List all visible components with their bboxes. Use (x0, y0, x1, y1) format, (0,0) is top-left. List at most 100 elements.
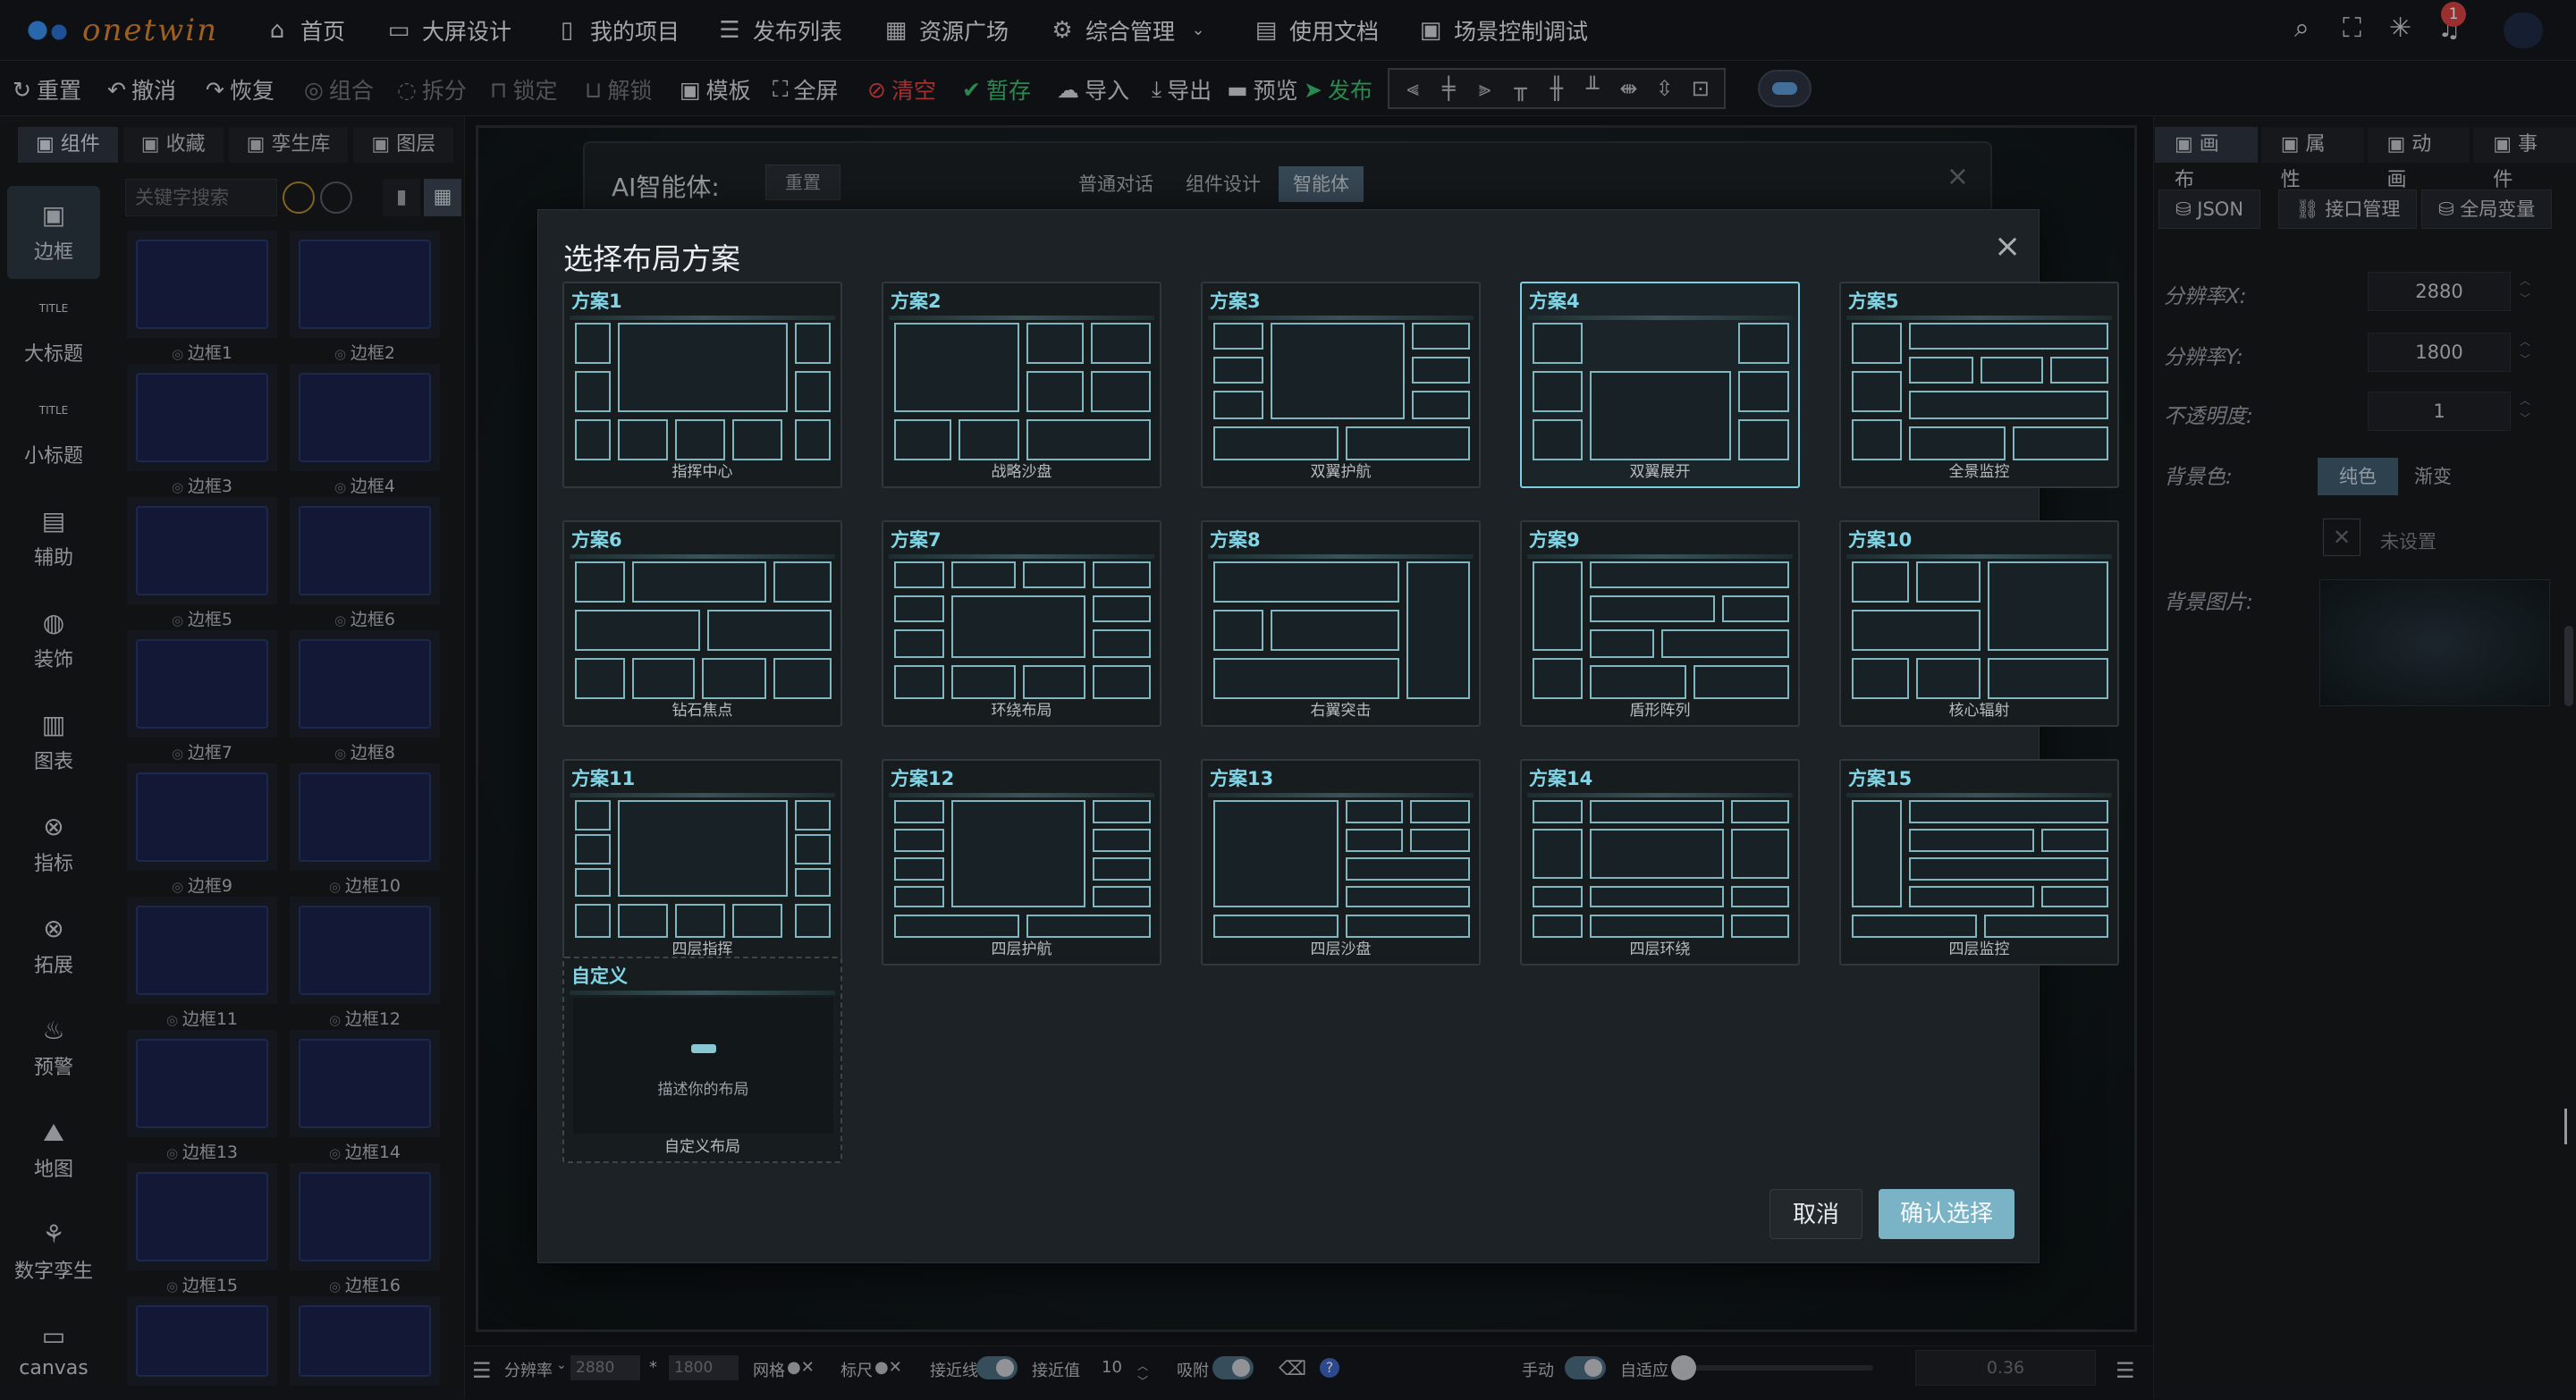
vnav-charts[interactable]: ▥ 图表 (7, 696, 100, 789)
nav-resource-square[interactable]: ▦ 资源广场 (883, 14, 1009, 46)
distribute-v-icon[interactable]: ⇳ (1651, 76, 1678, 101)
tab-properties[interactable]: ▣ 属性 (2260, 127, 2364, 191)
align-left-icon[interactable]: ⫷ (1399, 76, 1426, 101)
filter-icon[interactable] (320, 181, 352, 214)
snapval-stepper[interactable]: ︿ ﹀ (1137, 1358, 1148, 1388)
res-x-input[interactable]: 2880 (2368, 272, 2511, 311)
stash-button[interactable]: ✔ 暂存 (962, 73, 1031, 105)
tab-canvas[interactable]: ▣ 画布 (2155, 127, 2258, 191)
component-thumb[interactable]: 边框4 (290, 364, 440, 496)
tab-components[interactable]: ▣ 组件 (18, 127, 118, 163)
layout-card[interactable]: 方案14 四层环绕 (1520, 759, 1800, 966)
component-thumb[interactable]: 边框13 (127, 1030, 277, 1162)
export-button[interactable]: ⤓ 导出 (1152, 73, 1212, 105)
right-scrollbar[interactable] (2564, 626, 2573, 706)
sparkle-icon[interactable]: ✳ (2389, 13, 2411, 44)
component-thumb[interactable]: 边框7 (127, 630, 277, 763)
tab-twin-library[interactable]: ▣ 孪生库 (228, 127, 349, 163)
component-thumb[interactable]: 边框11 (127, 897, 277, 1029)
align-bottom-icon[interactable]: ╨ (1579, 76, 1606, 101)
menu-icon[interactable]: ☰ (472, 1358, 492, 1383)
res-x-stepper[interactable]: ︿ ﹀ (2513, 272, 2538, 311)
template-button[interactable]: ▣ 模板 (680, 73, 751, 105)
component-thumb[interactable]: 边框8 (290, 630, 440, 763)
tab-animation[interactable]: ▣ 动画 (2367, 127, 2470, 191)
confirm-button[interactable]: 确认选择 (1879, 1189, 2014, 1239)
clear-button[interactable]: ⊘ 清空 (867, 73, 936, 105)
component-thumb[interactable]: 边框1 (127, 231, 277, 363)
snapval-input[interactable]: 10 (1102, 1358, 1122, 1377)
vnav-auxiliary[interactable]: ▤ 辅助 (7, 492, 100, 585)
layout-card[interactable]: 方案11 四层指挥 (562, 759, 842, 966)
nav-scene-debug[interactable]: ▣ 场景控制调试 (1418, 14, 1588, 46)
ai-tab-agent[interactable]: 智能体 (1279, 166, 1364, 202)
zoom-value[interactable]: 0.36 (1915, 1350, 2096, 1386)
layout-card[interactable]: 方案2 战略沙盘 (882, 282, 1161, 488)
import-button[interactable]: ☁ 导入 (1057, 73, 1129, 105)
layout-card[interactable]: 方案8 右翼突击 (1201, 520, 1481, 727)
publish-button[interactable]: ➤ 发布 (1304, 73, 1372, 105)
vnav-maps[interactable]: ⛰ 地图 (7, 1103, 100, 1196)
grid-view-icon[interactable]: ▦ (424, 179, 461, 216)
layout-card[interactable]: 方案1 指挥中心 (562, 282, 842, 488)
tab-layers[interactable]: ▣ 图层 (353, 127, 454, 163)
redo-button[interactable]: ↷ 恢复 (206, 73, 274, 105)
search-input[interactable]: 关键字搜索 (125, 179, 277, 216)
res-y-input[interactable]: 1800 (2368, 333, 2511, 372)
unset-checkbox[interactable]: ✕ (2323, 519, 2361, 556)
global-variables-button[interactable]: ⛁ 全局变量 (2421, 190, 2553, 229)
layout-card[interactable]: 方案9 盾形阵列 (1520, 520, 1800, 727)
component-thumb[interactable]: 边框2 (290, 231, 440, 363)
split-button[interactable]: ◌ 拆分 (397, 73, 467, 105)
zoom-slider[interactable] (1671, 1355, 1873, 1380)
chevron-down-icon[interactable]: ⌄ (556, 1358, 567, 1372)
vnav-alerts[interactable]: ♨ 预警 (7, 1001, 100, 1094)
vnav-big-title[interactable]: TITLE 大标题 (7, 288, 100, 381)
layout-card[interactable]: 方案3 双翼护航 (1201, 282, 1481, 488)
layout-card[interactable]: 方案12 四层护航 (882, 759, 1161, 966)
lock-button[interactable]: ⊓ 锁定 (490, 73, 558, 105)
help-icon[interactable]: ? (1320, 1358, 1339, 1378)
vnav-decoration[interactable]: ◍ 装饰 (7, 594, 100, 687)
avatar[interactable] (2504, 13, 2543, 48)
undo-button[interactable]: ↶ 撤消 (107, 73, 176, 105)
grid-toggle[interactable]: ●✕ (787, 1358, 815, 1377)
component-thumb[interactable]: 边框6 (290, 497, 440, 629)
fit-icon[interactable]: ⊡ (1687, 76, 1714, 101)
layout-card[interactable]: 方案13 四层沙盘 (1201, 759, 1481, 966)
tab-events[interactable]: ▣ 事件 (2473, 127, 2576, 191)
component-thumb[interactable]: 边框14 (290, 1030, 440, 1162)
close-icon[interactable]: × (1994, 228, 2021, 265)
group-button[interactable]: ◎ 组合 (304, 73, 374, 105)
preview-button[interactable]: ▬ 预览 (1227, 73, 1298, 105)
nav-management[interactable]: ⚙ 综合管理 ⌄ (1050, 14, 1211, 46)
layout-card[interactable]: 方案7 环绕布局 (882, 520, 1161, 727)
res-y-stepper[interactable]: ︿ ﹀ (2513, 333, 2538, 372)
refresh-icon[interactable] (283, 181, 315, 214)
bg-gradient-toggle[interactable]: 渐变 (2393, 458, 2473, 495)
eraser-icon[interactable]: ⌫ (1279, 1358, 1306, 1380)
vnav-indicators[interactable]: ⊗ 指标 (7, 797, 100, 890)
fullscreen-button[interactable]: ⛶ 全屏 (773, 73, 839, 105)
unlock-button[interactable]: ⊔ 解锁 (585, 73, 653, 105)
nav-home[interactable]: ⌂ 首页 (265, 14, 345, 46)
component-thumb[interactable]: 边框3 (127, 364, 277, 496)
align-top-icon[interactable]: ╥ (1508, 76, 1534, 101)
snapline-toggle[interactable] (976, 1356, 1018, 1379)
tab-favorites[interactable]: ▣ 收藏 (122, 127, 224, 163)
align-center-h-icon[interactable]: ╪ (1435, 76, 1462, 101)
close-icon[interactable]: × (1947, 161, 1969, 192)
layout-card[interactable]: 方案6 钻石焦点 (562, 520, 842, 727)
ruler-toggle[interactable]: ●✕ (874, 1358, 902, 1377)
fullscreen-icon[interactable]: ⛶ (2343, 13, 2361, 44)
ai-tab-chat[interactable]: 普通对话 (1064, 166, 1168, 202)
component-thumb[interactable]: 边框16 (290, 1163, 440, 1295)
list-view-icon[interactable]: ▮ (383, 179, 420, 216)
align-right-icon[interactable]: ⫸ (1472, 76, 1499, 101)
cancel-button[interactable]: 取消 (1769, 1189, 1862, 1239)
layout-card[interactable]: 方案5 全景监控 (1839, 282, 2119, 488)
api-management-button[interactable]: ⛓ 接口管理 (2278, 190, 2418, 229)
adsorb-toggle[interactable] (1212, 1356, 1254, 1379)
layout-card-custom[interactable]: 自定义 描述你的布局 自定义布局 (562, 957, 842, 1163)
component-thumb[interactable] (290, 1296, 440, 1386)
